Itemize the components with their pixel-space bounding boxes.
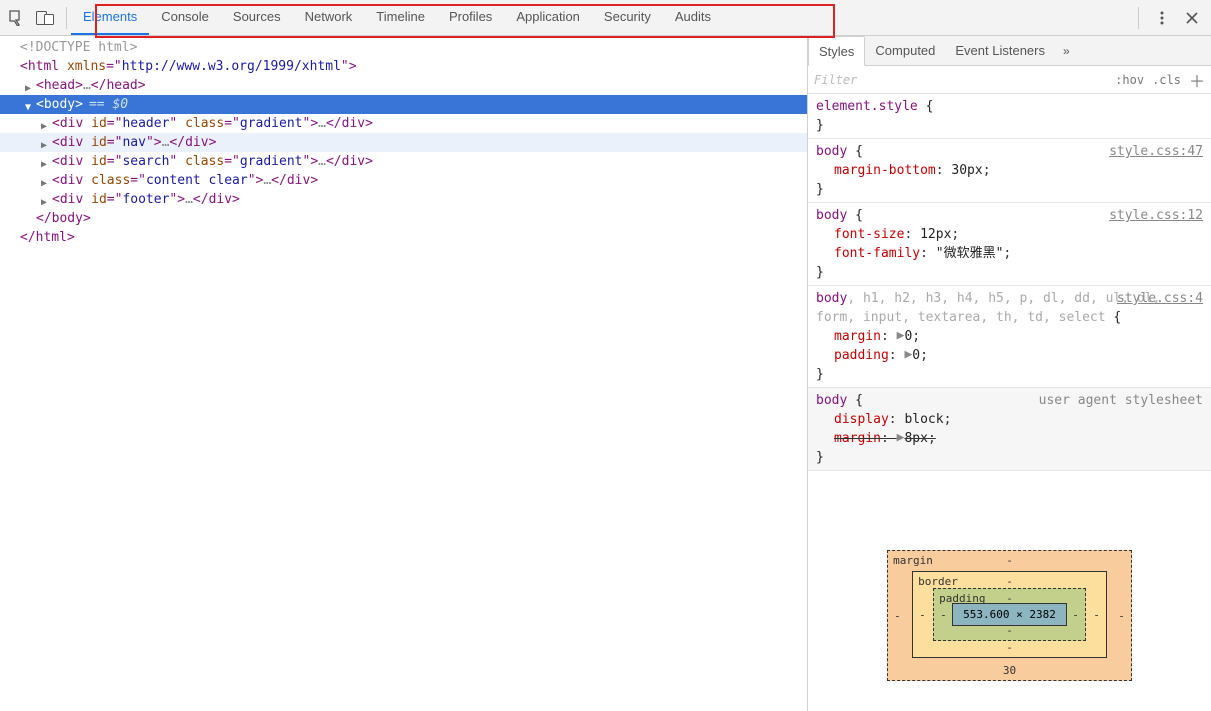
styles-pane: StylesComputedEvent Listeners » Filter :…: [808, 36, 1211, 711]
rule-source[interactable]: style.css:12: [1109, 206, 1203, 225]
css-rule[interactable]: user agent stylesheetbody {display: bloc…: [808, 388, 1211, 471]
tab-security[interactable]: Security: [592, 0, 663, 35]
rule-source[interactable]: style.css:4: [1117, 289, 1203, 308]
tab-console[interactable]: Console: [149, 0, 221, 35]
css-rule[interactable]: style.css:12body {font-size: 12px;font-f…: [808, 203, 1211, 286]
elements-pane[interactable]: <!DOCTYPE html><html xmlns="http://www.w…: [0, 36, 808, 711]
dom-tree[interactable]: <!DOCTYPE html><html xmlns="http://www.w…: [0, 36, 807, 249]
box-model-padding[interactable]: padding - - - - 553.600 × 2382: [933, 588, 1086, 641]
bm-border-top: -: [1006, 575, 1013, 588]
rule-source: user agent stylesheet: [1039, 391, 1203, 410]
dom-node[interactable]: ▶<div class="content clear">…</div>: [0, 171, 807, 190]
bm-padding-left: -: [940, 608, 947, 621]
main-area: <!DOCTYPE html><html xmlns="http://www.w…: [0, 36, 1211, 711]
styles-tab-computed[interactable]: Computed: [865, 36, 945, 66]
tab-profiles[interactable]: Profiles: [437, 0, 504, 35]
bm-margin-bottom: 30: [1003, 664, 1016, 677]
toolbar-separator: [1138, 7, 1139, 29]
toolbar-right: [1143, 0, 1211, 35]
bm-padding-top: -: [1006, 592, 1013, 605]
bm-border-label: border: [918, 575, 958, 588]
bm-border-bottom: -: [1006, 641, 1013, 654]
new-rule-icon[interactable]: ＋: [1189, 68, 1205, 92]
devtools-toolbar: ElementsConsoleSourcesNetworkTimelinePro…: [0, 0, 1211, 36]
bm-border-left: -: [919, 608, 926, 621]
cls-toggle[interactable]: .cls: [1152, 73, 1181, 87]
bm-margin-right: -: [1118, 609, 1125, 622]
dom-node[interactable]: <!DOCTYPE html>: [0, 38, 807, 57]
bm-margin-label: margin: [893, 554, 933, 567]
bm-padding-right: -: [1072, 608, 1079, 621]
dom-node[interactable]: <html xmlns="http://www.w3.org/1999/xhtm…: [0, 57, 807, 76]
inspect-element-icon[interactable]: [6, 7, 28, 29]
styles-tab-event-listeners[interactable]: Event Listeners: [945, 36, 1055, 66]
styles-tab-styles[interactable]: Styles: [808, 36, 865, 66]
styles-pane-tabs: StylesComputedEvent Listeners »: [808, 36, 1211, 66]
box-model-margin[interactable]: margin - - - 30 border - - - - padding -: [887, 550, 1132, 681]
device-toolbar-icon[interactable]: [34, 7, 56, 29]
bm-margin-top: -: [1006, 554, 1013, 567]
close-icon[interactable]: [1183, 7, 1201, 29]
css-rule[interactable]: element.style {}: [808, 94, 1211, 139]
rule-source[interactable]: style.css:47: [1109, 142, 1203, 161]
bm-margin-left: -: [894, 609, 901, 622]
toolbar-left: [0, 0, 62, 35]
dom-node[interactable]: </body>: [0, 209, 807, 228]
dom-node[interactable]: </html>: [0, 228, 807, 247]
tab-audits[interactable]: Audits: [663, 0, 723, 35]
dom-node[interactable]: ▼<body>== $0: [0, 95, 807, 114]
tab-network[interactable]: Network: [293, 0, 365, 35]
dom-node[interactable]: ▶<head>…</head>: [0, 76, 807, 95]
styles-filter-bar: Filter :hov .cls ＋: [808, 66, 1211, 94]
main-tabs: ElementsConsoleSourcesNetworkTimelinePro…: [71, 0, 1134, 35]
dom-node[interactable]: ▶<div id="header" class="gradient">…</di…: [0, 114, 807, 133]
box-model: margin - - - 30 border - - - - padding -: [808, 530, 1211, 711]
tab-application[interactable]: Application: [504, 0, 592, 35]
toolbar-separator: [66, 7, 67, 29]
box-model-content[interactable]: 553.600 × 2382: [952, 603, 1067, 626]
box-model-border[interactable]: border - - - - padding - - - - 553.600 ×…: [912, 571, 1107, 658]
filter-input[interactable]: Filter: [814, 73, 1107, 87]
dom-node[interactable]: ▶<div id="search" class="gradient">…</di…: [0, 152, 807, 171]
dom-node[interactable]: ▶<div id="nav">…</div>: [0, 133, 807, 152]
bm-padding-label: padding: [939, 592, 985, 605]
css-rule[interactable]: style.css:47body {margin-bottom: 30px;}: [808, 139, 1211, 203]
tab-elements[interactable]: Elements: [71, 0, 149, 35]
bm-border-right: -: [1093, 608, 1100, 621]
hov-toggle[interactable]: :hov: [1115, 73, 1144, 87]
styles-rules[interactable]: element.style {}style.css:47body {margin…: [808, 94, 1211, 530]
css-rule[interactable]: style.css:4body, h1, h2, h3, h4, h5, p, …: [808, 286, 1211, 388]
tab-timeline[interactable]: Timeline: [364, 0, 437, 35]
more-menu-icon[interactable]: [1153, 7, 1171, 29]
more-tabs-icon[interactable]: »: [1055, 44, 1078, 58]
dom-node[interactable]: ▶<div id="footer">…</div>: [0, 190, 807, 209]
bm-padding-bottom: -: [1006, 624, 1013, 637]
tab-sources[interactable]: Sources: [221, 0, 293, 35]
